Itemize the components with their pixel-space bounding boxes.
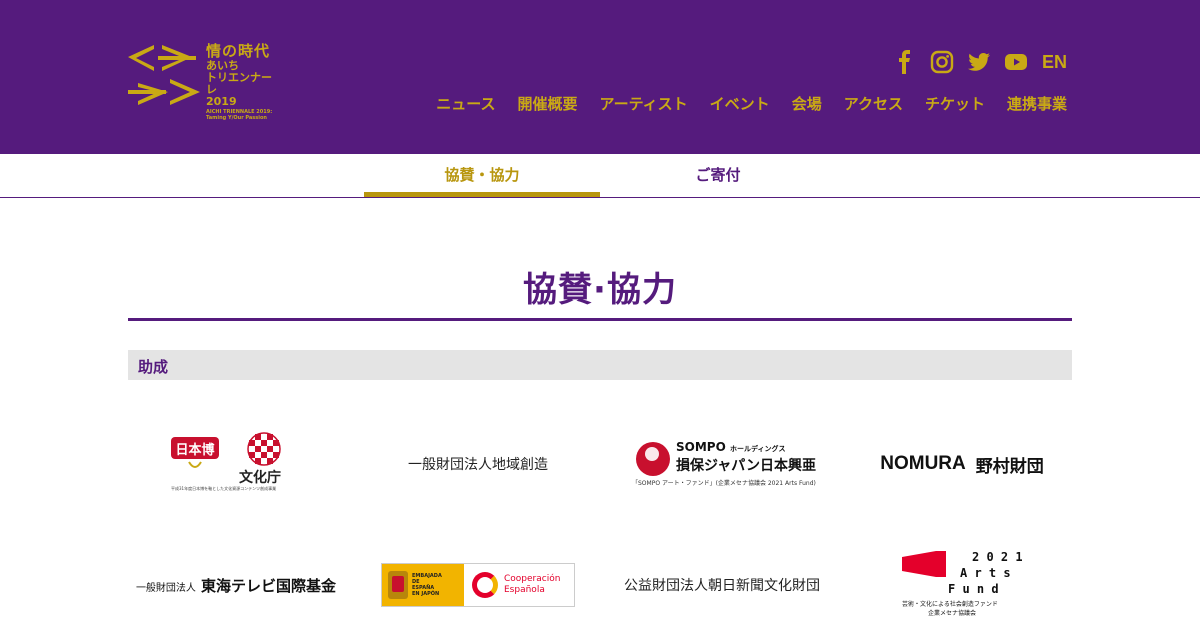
asahi-name: 公益財団法人朝日新聞文化財団 — [624, 578, 820, 594]
main-nav: ニュース 開催概要 アーティスト イベント 会場 アクセス チケット 連携事業 — [436, 93, 1067, 114]
title-divider — [128, 318, 1072, 321]
tokai-name: 東海テレビ国際基金 — [201, 576, 337, 595]
sompo-line3: 「SOMPO アート・ファンド」(企業メセナ協議会 2021 Arts Fund… — [632, 480, 816, 487]
nav-access[interactable]: アクセス — [844, 93, 903, 114]
triennale-mark-icon — [128, 45, 200, 105]
twitter-icon[interactable] — [967, 50, 991, 74]
logo-title: 情の時代 — [206, 42, 271, 60]
sponsor-asahi[interactable]: 公益財団法人朝日新聞文化財団 — [604, 535, 840, 630]
nav-partner-projects[interactable]: 連携事業 — [1007, 93, 1067, 114]
page-title: 協賛·協力 — [523, 270, 677, 310]
section-title: 助成 — [138, 358, 169, 376]
nav-venues[interactable]: 会場 — [792, 93, 822, 114]
nomura-jp: 野村財団 — [975, 456, 1044, 477]
nomura-en: NOMURA — [880, 453, 966, 474]
jafra-name: 一般財団法人地域創造 — [408, 457, 548, 473]
nav-tickets[interactable]: チケット — [925, 93, 985, 114]
spain-seal-icon — [388, 571, 408, 599]
language-switch[interactable]: EN — [1042, 52, 1067, 73]
sompo-logo-icon — [636, 442, 670, 476]
sompo-line1-small: ホールディングス — [729, 445, 786, 453]
logo-year: 2019 — [206, 95, 237, 108]
nav-artists[interactable]: アーティスト — [599, 93, 687, 114]
youtube-icon[interactable] — [1004, 50, 1028, 74]
instagram-icon[interactable] — [930, 50, 954, 74]
cooperacion-logo-icon — [472, 572, 498, 598]
arts-fund-logo-icon: 2 0 2 1 A r t s F u n d — [902, 550, 1023, 596]
social-links: EN — [893, 50, 1067, 74]
sponsor-jafra[interactable]: 一般財団法人地域創造 — [360, 414, 596, 514]
svg-text:文化庁: 文化庁 — [239, 469, 281, 486]
coop-line1: Cooperación — [504, 574, 561, 584]
sompo-line2: 損保ジャパン日本興亜 — [676, 458, 816, 474]
tab-donations[interactable]: ご寄付 — [600, 154, 836, 197]
coop-line2: Española — [504, 585, 545, 595]
sompo-line1: SOMPO — [676, 440, 726, 454]
bunkacho-logo-icon: 日本博 文化庁 — [171, 432, 281, 486]
logo-en-line2: Taming Y/Our Passion — [206, 115, 267, 121]
site-logo[interactable]: 情の時代 あいち トリエンナーレ 2019 AICHI TRIENNALE 20… — [128, 42, 278, 121]
logo-line2: トリエンナーレ — [206, 71, 272, 96]
arts-fund-caption2: 企業メセナ協議会 — [928, 610, 977, 617]
nav-events[interactable]: イベント — [710, 93, 770, 114]
sponsor-spain[interactable]: EMBAJADA DE ESPAÑA EN JAPÓN Cooperación … — [360, 535, 596, 630]
nav-news[interactable]: ニュース — [436, 93, 495, 114]
tokai-prefix: 一般財団法人 — [135, 582, 196, 594]
sponsor-nomura[interactable]: NOMURA 野村財団 — [844, 414, 1080, 514]
sub-tabs: 協賛・協力 ご寄付 — [0, 154, 1200, 198]
tab-sponsors[interactable]: 協賛・協力 — [364, 154, 600, 197]
facebook-icon[interactable] — [893, 50, 917, 74]
sponsor-arts-fund[interactable]: 2 0 2 1 A r t s F u n d 芸術・文化による社会創造ファンド… — [844, 535, 1080, 630]
site-header: 情の時代 あいち トリエンナーレ 2019 AICHI TRIENNALE 20… — [0, 0, 1200, 154]
sponsor-tokai-tv[interactable]: 一般財団法人 東海テレビ国際基金 — [118, 535, 354, 630]
embassy-line4: EN JAPÓN — [412, 591, 440, 597]
svg-text:日本博: 日本博 — [175, 442, 214, 458]
svg-text:A r t s: A r t s — [960, 566, 1011, 580]
sponsor-sompo[interactable]: SOMPO ホールディングス 損保ジャパン日本興亜 「SOMPO アート・ファン… — [604, 414, 840, 514]
sponsor-bunkacho[interactable]: 日本博 文化庁 平成31年度日本博を軸とした文化資源コンテンツ創成事業 — [118, 414, 354, 514]
bunkacho-caption: 平成31年度日本博を軸とした文化資源コンテンツ創成事業 — [171, 486, 277, 491]
svg-text:F u n d: F u n d — [948, 582, 999, 596]
nav-overview[interactable]: 開催概要 — [517, 93, 577, 114]
arts-fund-caption1: 芸術・文化による社会創造ファンド — [902, 601, 998, 608]
section-header-grants: 助成 — [128, 350, 1072, 380]
svg-text:2 0 2 1: 2 0 2 1 — [972, 550, 1022, 564]
